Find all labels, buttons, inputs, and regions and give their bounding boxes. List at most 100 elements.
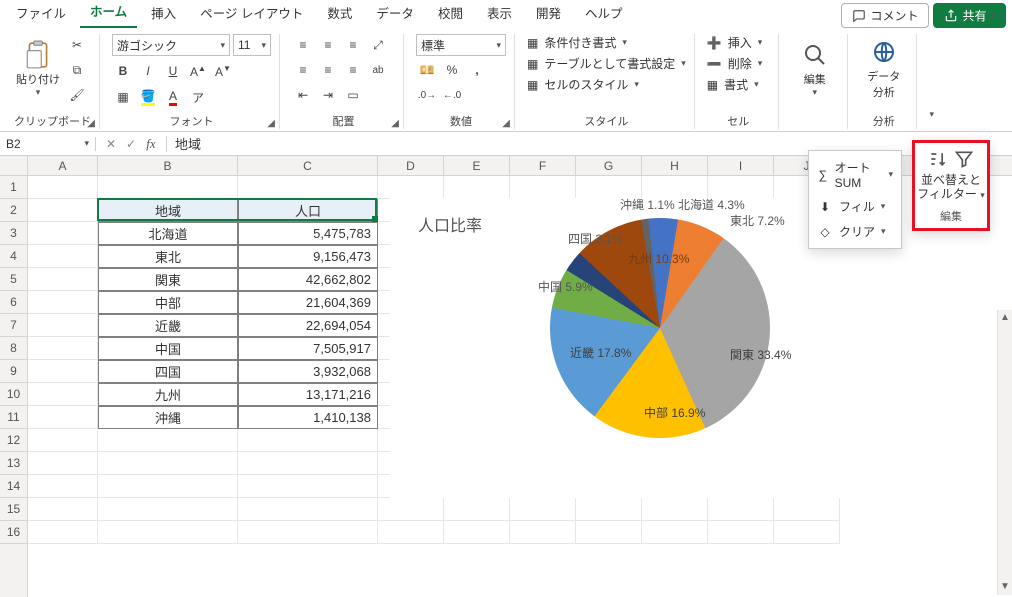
column-header[interactable]: B [98, 156, 238, 175]
cell[interactable] [642, 521, 708, 544]
increase-decimal-button[interactable]: .0→ [416, 84, 438, 106]
column-header[interactable]: A [28, 156, 98, 175]
decrease-indent-button[interactable]: ⇤ [292, 84, 314, 106]
align-left-button[interactable]: ≡ [292, 59, 314, 81]
cell[interactable] [28, 268, 98, 291]
cell[interactable] [28, 222, 98, 245]
number-format-select[interactable]: 標準▾ [416, 34, 506, 56]
cell[interactable]: 四国 [98, 360, 238, 383]
cell[interactable] [28, 337, 98, 360]
row-header[interactable]: 16 [0, 521, 27, 544]
cell[interactable] [98, 429, 238, 452]
row-header[interactable]: 4 [0, 245, 27, 268]
tab-home[interactable]: ホーム [80, 0, 137, 28]
underline-button[interactable]: U [162, 60, 184, 82]
increase-indent-button[interactable]: ⇥ [317, 84, 339, 106]
accept-formula-button[interactable]: ✓ [122, 137, 140, 151]
font-size-select[interactable]: 11▾ [233, 34, 271, 56]
column-header[interactable]: H [642, 156, 708, 175]
cell[interactable]: 地域 [98, 199, 238, 222]
tab-file[interactable]: ファイル [6, 0, 76, 28]
format-as-table-button[interactable]: ▦ テーブルとして書式設定 ▾ [527, 55, 686, 72]
cell[interactable] [238, 452, 378, 475]
format-painter-button[interactable]: 🖌 [66, 84, 88, 106]
cell[interactable] [510, 498, 576, 521]
name-box[interactable]: B2 ▾ [0, 137, 96, 151]
column-header[interactable]: E [444, 156, 510, 175]
cell[interactable]: 22,694,054 [238, 314, 378, 337]
cell[interactable] [642, 176, 708, 199]
orientation-button[interactable]: ⤢ [367, 34, 389, 56]
cell[interactable] [510, 176, 576, 199]
cell[interactable] [98, 498, 238, 521]
cell[interactable] [28, 521, 98, 544]
tab-insert[interactable]: 挿入 [141, 0, 186, 28]
row-header[interactable]: 13 [0, 452, 27, 475]
cell[interactable]: 中部 [98, 291, 238, 314]
cell[interactable] [238, 475, 378, 498]
cell[interactable] [378, 521, 444, 544]
row-header[interactable]: 10 [0, 383, 27, 406]
cell[interactable] [28, 452, 98, 475]
cell[interactable] [28, 475, 98, 498]
font-name-select[interactable]: 游ゴシック▾ [112, 34, 230, 56]
cell[interactable] [774, 498, 840, 521]
cell[interactable]: 北海道 [98, 222, 238, 245]
cell[interactable] [708, 521, 774, 544]
cell[interactable] [774, 521, 840, 544]
cell[interactable] [98, 452, 238, 475]
wrap-text-button[interactable]: ab [367, 59, 389, 81]
bold-button[interactable]: B [112, 60, 134, 82]
cell[interactable] [28, 406, 98, 429]
cell[interactable] [98, 176, 238, 199]
border-button[interactable]: ▦ [112, 86, 134, 108]
percent-button[interactable]: % [441, 59, 463, 81]
tab-formulas[interactable]: 数式 [317, 0, 362, 28]
filter-funnel-icon[interactable] [954, 149, 974, 169]
select-all-corner[interactable] [0, 156, 28, 175]
cell[interactable] [576, 498, 642, 521]
row-header[interactable]: 15 [0, 498, 27, 521]
cell[interactable]: 3,932,068 [238, 360, 378, 383]
comma-button[interactable]: , [466, 59, 488, 81]
column-header[interactable]: F [510, 156, 576, 175]
align-top-button[interactable]: ≡ [292, 34, 314, 56]
align-bottom-button[interactable]: ≡ [342, 34, 364, 56]
cell[interactable]: 5,475,783 [238, 222, 378, 245]
align-right-button[interactable]: ≡ [342, 59, 364, 81]
row-header[interactable]: 5 [0, 268, 27, 291]
copy-button[interactable]: ⧉ [66, 59, 88, 81]
column-header[interactable]: C [238, 156, 378, 175]
cell[interactable]: 近畿 [98, 314, 238, 337]
comments-button[interactable]: コメント [841, 3, 929, 28]
cell[interactable]: 1,410,138 [238, 406, 378, 429]
cell[interactable] [238, 176, 378, 199]
cell[interactable] [28, 291, 98, 314]
cell[interactable]: 13,171,216 [238, 383, 378, 406]
column-header[interactable]: D [378, 156, 444, 175]
fill-color-button[interactable]: 🪣 [137, 86, 159, 108]
cell[interactable] [28, 199, 98, 222]
currency-button[interactable]: 💴 [416, 59, 438, 81]
data-analysis-button[interactable]: データ 分析 [860, 34, 908, 104]
column-header[interactable]: G [576, 156, 642, 175]
row-header[interactable]: 7 [0, 314, 27, 337]
cell[interactable] [708, 498, 774, 521]
increase-font-button[interactable]: A▲ [187, 60, 209, 82]
row-header[interactable]: 1 [0, 176, 27, 199]
cell[interactable] [378, 498, 444, 521]
cell[interactable] [510, 521, 576, 544]
cell[interactable] [576, 176, 642, 199]
ribbon-collapse-button[interactable]: ▾ [921, 103, 943, 125]
share-button[interactable]: 共有 ▾ [933, 3, 1006, 28]
cell[interactable] [444, 521, 510, 544]
format-cells-button[interactable]: ▦書式▾ [707, 76, 763, 93]
cell[interactable] [378, 176, 444, 199]
cell[interactable] [444, 498, 510, 521]
tab-view[interactable]: 表示 [477, 0, 522, 28]
tab-page-layout[interactable]: ページ レイアウト [190, 0, 313, 28]
cut-button[interactable]: ✂ [66, 34, 88, 56]
delete-cells-button[interactable]: ➖削除▾ [707, 55, 763, 72]
cell[interactable] [28, 245, 98, 268]
cancel-formula-button[interactable]: ✕ [102, 137, 120, 151]
